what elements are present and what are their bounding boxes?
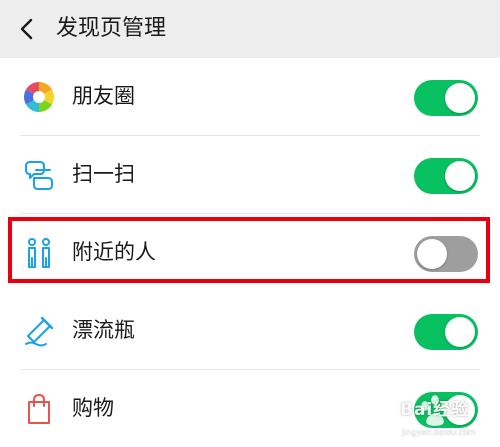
page-title: 发现页管理 (56, 16, 167, 41)
item-label: 漂流瓶 (72, 318, 135, 342)
scan-toggle[interactable] (414, 158, 478, 194)
toggle-knob (445, 83, 475, 113)
list-item-moments: 朋友圈 (0, 58, 500, 136)
moments-toggle[interactable] (414, 80, 478, 116)
scan-icon (25, 161, 53, 190)
watermark-url: jingyan.baidu.com (402, 428, 476, 437)
list-item-drift-bottle: 漂流瓶 (0, 292, 500, 370)
drift-bottle-toggle[interactable] (414, 314, 478, 350)
list-item-people-nearby: 附近的人 (0, 214, 500, 292)
people-nearby-toggle[interactable] (414, 236, 478, 272)
people-nearby-icon (28, 238, 50, 268)
toggle-knob (417, 239, 447, 269)
moments-icon (24, 82, 54, 112)
discover-page-management-screen: 发现页管理 朋友圈 扫一扫 附近的人 漂流瓶 购物 Bai经验 jingyan.… (0, 0, 500, 447)
watermark-text: Bai经验 (400, 400, 470, 420)
item-label: 附近的人 (72, 240, 156, 264)
item-label: 扫一扫 (72, 162, 135, 186)
chevron-left-icon[interactable] (16, 17, 38, 41)
toggle-knob (445, 317, 475, 347)
drift-bottle-icon (25, 316, 54, 347)
item-label: 朋友圈 (72, 84, 135, 108)
list-item-scan: 扫一扫 (0, 136, 500, 214)
item-label: 购物 (72, 396, 114, 420)
shopping-bag-icon (28, 393, 50, 424)
toggle-knob (445, 161, 475, 191)
nav-header: 发现页管理 (0, 0, 500, 58)
